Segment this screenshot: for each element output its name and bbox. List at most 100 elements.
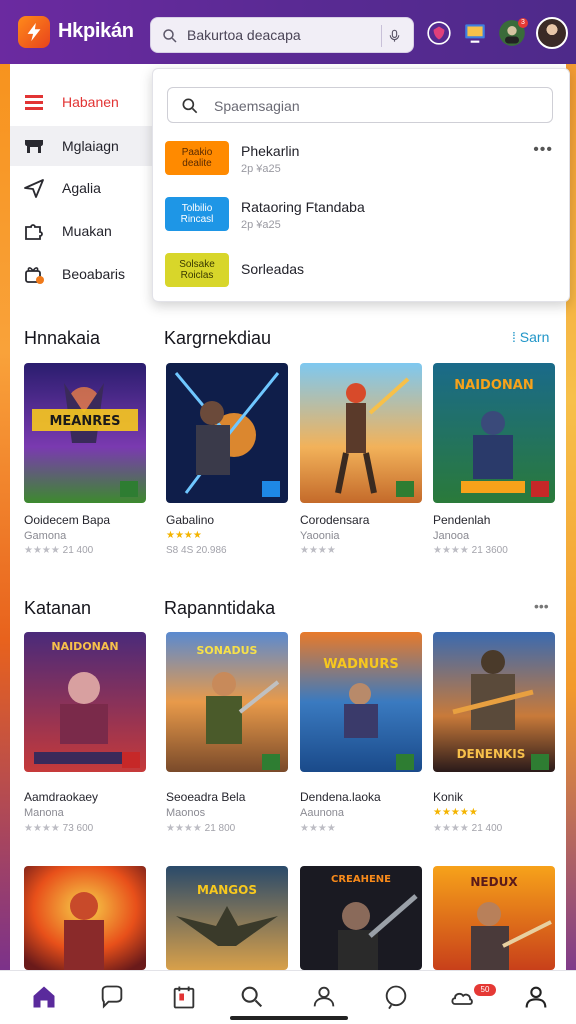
game-stats: S8 4S 20.986 bbox=[166, 545, 227, 556]
rating-count: 73 600 bbox=[62, 823, 94, 834]
game-rating: ★★★★ bbox=[300, 823, 336, 834]
dropdown-item[interactable]: Tolbilio Rincasl Rataoring Ftandaba 2p ¥… bbox=[165, 197, 559, 237]
game-rating: ★★★★ bbox=[300, 545, 336, 556]
shield-icon[interactable] bbox=[426, 20, 452, 46]
user-avatar[interactable] bbox=[536, 17, 568, 49]
game-cover bbox=[166, 363, 288, 503]
game-developer: Yaoonia bbox=[300, 530, 340, 542]
game-rating: ★★★★ 21 400 bbox=[433, 823, 502, 834]
see-all-link[interactable]: ⁞ Sarn bbox=[512, 329, 549, 345]
game-developer: Maonos bbox=[166, 807, 206, 819]
svg-text:DENENKIS: DENENKIS bbox=[457, 747, 526, 761]
rating-stars: ★★★★ bbox=[300, 823, 336, 834]
thumb-line-1: Solsake bbox=[179, 259, 215, 270]
game-card[interactable]: WADNURS bbox=[300, 632, 422, 772]
store-icon bbox=[25, 140, 43, 153]
item-title: Sorleadas bbox=[241, 261, 305, 277]
game-card[interactable]: NAIDONAN bbox=[433, 363, 555, 503]
see-all-label: Sarn bbox=[519, 329, 550, 345]
svg-text:WADNURS: WADNURS bbox=[323, 657, 398, 672]
tv-icon[interactable] bbox=[462, 20, 488, 46]
item-thumbnail: Tolbilio Rincasl bbox=[165, 197, 229, 231]
chat-circle-icon[interactable] bbox=[382, 983, 410, 1011]
section-more-button[interactable]: ••• bbox=[534, 598, 549, 614]
search-icon[interactable] bbox=[238, 983, 266, 1011]
section-title: Katanan bbox=[24, 598, 92, 618]
game-cover: NEDUX bbox=[433, 866, 555, 970]
sidebar-item-home[interactable]: Habanen bbox=[10, 82, 152, 122]
game-card[interactable]: NAIDONAN bbox=[24, 632, 146, 772]
game-rating: ★★★★ 73 600 bbox=[24, 823, 93, 834]
hamburger-icon bbox=[25, 95, 43, 110]
sidebar-item-label: Mglaiagn bbox=[62, 138, 119, 154]
item-subtitle: 2p ¥a25 bbox=[241, 163, 281, 175]
sidebar-item-gift[interactable]: Beoabaris bbox=[10, 254, 152, 294]
rating-stars: ★★★★ bbox=[24, 545, 60, 556]
app-logo[interactable] bbox=[18, 16, 50, 48]
game-card[interactable]: MEANRES bbox=[24, 363, 146, 503]
profile-icon[interactable] bbox=[522, 983, 550, 1011]
svg-text:NEDUX: NEDUX bbox=[470, 875, 518, 889]
dropdown-search-input[interactable]: Spaemsagian bbox=[167, 87, 553, 123]
game-cover: MANGOS bbox=[166, 866, 288, 970]
rating-stars: ★★★★ bbox=[166, 530, 202, 541]
puzzle-icon bbox=[25, 224, 43, 240]
game-cover: SONADUS bbox=[166, 632, 288, 772]
section-title: Kargrnekdiau bbox=[164, 328, 272, 348]
game-cover bbox=[24, 866, 146, 970]
game-cover: WADNURS bbox=[300, 632, 422, 772]
game-card[interactable]: DENENKIS bbox=[433, 632, 555, 772]
game-cover: NAIDONAN bbox=[433, 363, 555, 503]
dropdown-search-placeholder: Spaemsagian bbox=[214, 98, 300, 114]
dropdown-item[interactable]: Paakio dealite Phekarlin 2p ¥a25 ••• bbox=[165, 141, 559, 181]
people-icon[interactable] bbox=[310, 983, 338, 1011]
header-search-text: Bakurtoa deacapa bbox=[187, 27, 301, 43]
game-card[interactable] bbox=[300, 363, 422, 503]
dropdown-item[interactable]: Solsake Roiclas Sorleadas bbox=[165, 253, 559, 293]
rating-count: 21 400 bbox=[471, 823, 503, 834]
header-search-input[interactable]: Bakurtoa deacapa bbox=[150, 17, 414, 53]
game-title: Konik bbox=[433, 790, 464, 804]
game-card[interactable]: MANGOS bbox=[166, 866, 288, 970]
section-title: Rapanntidaka bbox=[164, 598, 276, 618]
left-accent-strip bbox=[0, 64, 10, 1024]
mic-icon[interactable] bbox=[381, 25, 403, 47]
svg-text:NAIDONAN: NAIDONAN bbox=[454, 378, 533, 393]
brand-name: Hkpikán bbox=[58, 20, 134, 42]
send-icon bbox=[24, 179, 44, 198]
rating-count: 21 400 bbox=[62, 545, 94, 556]
thumb-line-2: dealite bbox=[182, 158, 212, 169]
rating-stars: ★★★★ bbox=[300, 545, 336, 556]
home-icon[interactable] bbox=[30, 983, 58, 1011]
game-card[interactable]: SONADUS bbox=[166, 632, 288, 772]
chat-icon[interactable] bbox=[98, 983, 126, 1011]
game-title: Pendenlah bbox=[433, 513, 491, 527]
top-bar: Hkpikán Bakurtoa deacapa 3 bbox=[0, 0, 576, 64]
more-options-icon[interactable]: ••• bbox=[533, 141, 553, 159]
item-subtitle: 2p ¥a25 bbox=[241, 219, 281, 231]
sidebar-item-store[interactable]: Mglaiagn bbox=[10, 126, 152, 166]
calendar-icon[interactable] bbox=[170, 983, 198, 1011]
game-card[interactable]: CREAHENE bbox=[300, 866, 422, 970]
game-cover: MEANRES bbox=[24, 363, 146, 503]
game-rating: ★★★★ 21 800 bbox=[166, 823, 235, 834]
thumb-line-1: Tolbilio bbox=[181, 203, 213, 214]
home-indicator bbox=[230, 1016, 348, 1020]
sidebar-item-label: Beoabaris bbox=[62, 266, 126, 282]
sidebar-item-puzzle[interactable]: Muakan bbox=[10, 211, 152, 251]
game-cover: DENENKIS bbox=[433, 632, 555, 772]
game-card[interactable] bbox=[166, 363, 288, 503]
item-thumbnail: Solsake Roiclas bbox=[165, 253, 229, 287]
sidebar-item-send[interactable]: Agalia bbox=[10, 168, 152, 208]
cloud-icon[interactable] bbox=[448, 983, 476, 1011]
sidebar: Habanen Mglaiagn Agalia Muakan Beoabaris bbox=[10, 64, 152, 310]
section-title: Hnnakaia bbox=[24, 328, 101, 348]
game-title: Dendena.laoka bbox=[300, 790, 381, 804]
item-title: Rataoring Ftandaba bbox=[241, 199, 365, 215]
game-developer: Manona bbox=[24, 807, 64, 819]
thumb-line-2: Roiclas bbox=[180, 270, 214, 281]
search-icon bbox=[163, 29, 177, 43]
game-title: Seoeadra Bela bbox=[166, 790, 246, 804]
game-card[interactable] bbox=[24, 866, 146, 970]
game-card[interactable]: NEDUX bbox=[433, 866, 555, 970]
